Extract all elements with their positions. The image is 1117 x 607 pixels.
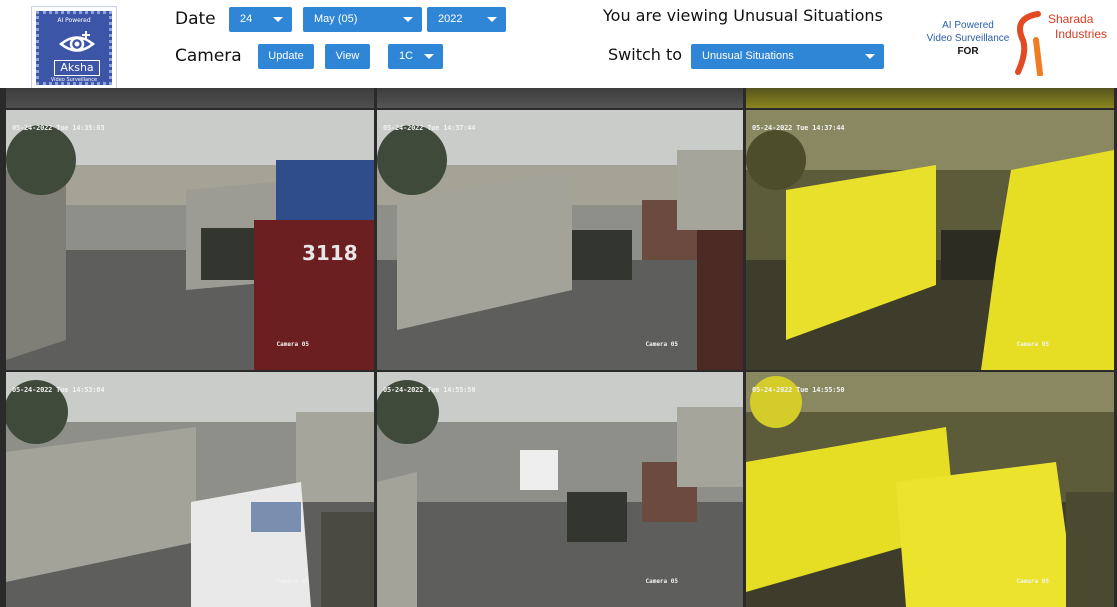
switch-mode-select[interactable]: Unusual Situations bbox=[691, 44, 884, 69]
aksha-logo-subtitle: Video Surveillance bbox=[50, 77, 98, 83]
update-button[interactable]: Update bbox=[258, 44, 314, 69]
camera-frame-image bbox=[746, 372, 1114, 607]
year-select-value: 2022 bbox=[438, 13, 463, 25]
aksha-logo: AI Powered Aksha Video Surveillance bbox=[31, 6, 117, 90]
switch-mode-select-value: Unusual Situations bbox=[702, 50, 794, 62]
sharada-name: Sharada bbox=[1048, 12, 1094, 26]
camera-select-value: 1C bbox=[399, 50, 414, 62]
feed-timestamp: 05-24-2022 Tue 14:37:44 bbox=[752, 124, 845, 132]
camera-feed-partial[interactable] bbox=[377, 88, 743, 108]
feed-timestamp: 05-24-2022 Tue 14:53:04 bbox=[12, 386, 105, 394]
viewing-status-text: You are viewing Unusual Situations bbox=[603, 6, 883, 25]
sharada-industries-logo: Sharada Industries bbox=[1008, 6, 1116, 76]
date-label: Date bbox=[175, 9, 216, 29]
feed-camera-label: Camera 05 bbox=[645, 578, 678, 585]
feed-camera-label: Camera 05 bbox=[645, 341, 678, 348]
feed-camera-label: Camera 05 bbox=[276, 341, 309, 348]
chevron-down-icon bbox=[487, 17, 497, 22]
camera-feed-grid: 3118 05-24-2022 Tue 14:35:03 Camera 05 0… bbox=[0, 88, 1117, 607]
camera-feed[interactable]: 05-24-2022 Tue 14:55:50 Camera 05 bbox=[377, 372, 743, 607]
aksha-logo-tagline: AI Powered bbox=[57, 17, 91, 24]
camera-frame-image bbox=[377, 110, 743, 370]
view-button[interactable]: View bbox=[325, 44, 370, 69]
year-select[interactable]: 2022 bbox=[427, 7, 506, 32]
svg-text:3118: 3118 bbox=[302, 241, 358, 265]
camera-frame-image: 3118 bbox=[6, 110, 374, 370]
ai-powered-line: AI Powered bbox=[942, 20, 994, 31]
industries-name: Industries bbox=[1055, 27, 1108, 41]
camera-select[interactable]: 1C bbox=[388, 44, 443, 69]
day-select[interactable]: 24 bbox=[229, 7, 292, 32]
camera-label: Camera bbox=[175, 46, 242, 66]
feed-timestamp: 05-24-2022 Tue 14:55:50 bbox=[383, 386, 476, 394]
month-select[interactable]: May (05) bbox=[303, 7, 422, 32]
aksha-logo-chip: AI Powered Aksha Video Surveillance bbox=[36, 11, 112, 85]
feed-camera-label: Camera 05 bbox=[1016, 341, 1049, 348]
day-select-value: 24 bbox=[240, 13, 253, 25]
feed-timestamp: 05-24-2022 Tue 14:37:44 bbox=[383, 124, 476, 132]
top-bar: AI Powered Aksha Video Surveillance Date… bbox=[0, 0, 1117, 90]
for-line: FOR bbox=[957, 46, 979, 57]
camera-feed-highlighted[interactable]: 05-24-2022 Tue 14:55:50 Camera 05 bbox=[746, 372, 1114, 607]
chevron-down-icon bbox=[403, 17, 413, 22]
camera-frame-image bbox=[746, 110, 1114, 370]
camera-feed-partial[interactable] bbox=[746, 88, 1114, 108]
month-select-value: May (05) bbox=[314, 13, 358, 25]
camera-feed[interactable]: 05-24-2022 Tue 14:53:04 Camera 05 bbox=[6, 372, 374, 607]
aksha-logo-name: Aksha bbox=[54, 60, 100, 76]
camera-frame-image bbox=[6, 372, 374, 607]
feed-timestamp: 05-24-2022 Tue 14:35:03 bbox=[12, 124, 105, 132]
camera-frame-image bbox=[377, 372, 743, 607]
feed-camera-label: Camera 05 bbox=[1016, 578, 1049, 585]
feed-timestamp: 05-24-2022 Tue 14:55:50 bbox=[752, 386, 845, 394]
camera-feed[interactable]: 05-24-2022 Tue 14:37:44 Camera 05 bbox=[377, 110, 743, 370]
chevron-down-icon bbox=[424, 54, 434, 59]
chevron-down-icon bbox=[273, 17, 283, 22]
camera-feed[interactable]: 3118 05-24-2022 Tue 14:35:03 Camera 05 bbox=[6, 110, 374, 370]
video-surveillance-line: Video Surveillance bbox=[926, 33, 1010, 44]
ai-powered-tagline: AI Powered Video Surveillance FOR bbox=[922, 19, 1014, 58]
feed-camera-label: Camera 05 bbox=[276, 578, 309, 585]
switch-to-label: Switch to bbox=[608, 45, 683, 64]
camera-feed-highlighted[interactable]: 05-24-2022 Tue 14:37:44 Camera 05 bbox=[746, 110, 1114, 370]
eye-icon bbox=[59, 31, 95, 52]
camera-feed-partial[interactable] bbox=[6, 88, 374, 108]
chevron-down-icon bbox=[865, 54, 875, 59]
